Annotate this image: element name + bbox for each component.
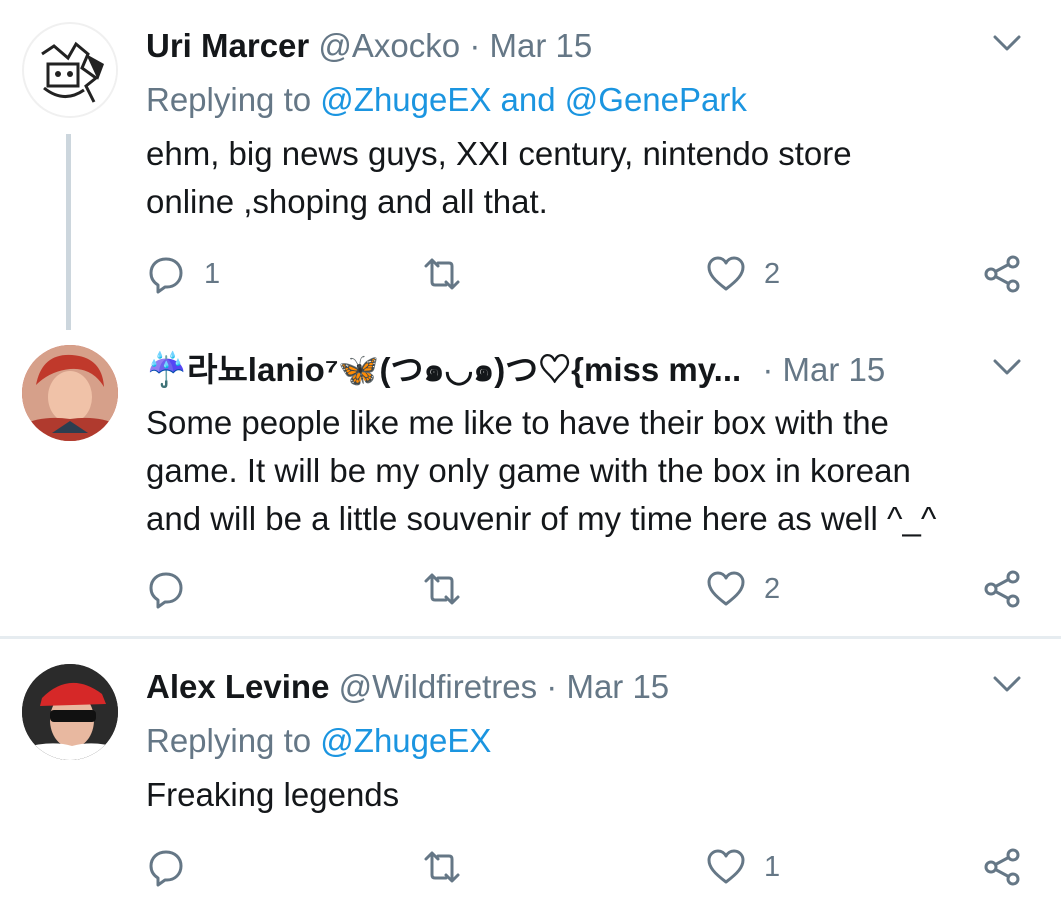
- tweet-header: Alex Levine @Wildfiretres · Mar 15: [146, 667, 669, 707]
- replying-and: and: [500, 81, 556, 118]
- share-icon: [984, 848, 1020, 886]
- replying-to: Replying to @ZhugeEX and @GenePark: [146, 80, 747, 120]
- user-photo-avatar-image: [22, 345, 118, 441]
- tweet-text: Freaking legends: [146, 771, 1026, 819]
- tweet-2[interactable]: ☔라뇨lanio⁷🦋(つ๑◡๑)つ♡{miss my... · Mar 15 S…: [0, 335, 1061, 635]
- tweet-date[interactable]: Mar 15: [566, 668, 669, 705]
- mention-link[interactable]: @GenePark: [565, 81, 747, 118]
- like-button[interactable]: 1: [706, 845, 780, 889]
- reply-icon: [149, 257, 183, 294]
- tweet-date[interactable]: Mar 15: [783, 351, 886, 388]
- like-count: 1: [764, 850, 781, 883]
- handle[interactable]: @Wildfiretres: [339, 668, 538, 705]
- tweet-header: Uri Marcer @Axocko · Mar 15: [146, 26, 592, 66]
- separator-dot: ·: [762, 351, 774, 388]
- tweet-actions: 1 2: [146, 252, 1046, 296]
- mention-link[interactable]: @ZhugeEX: [320, 81, 491, 118]
- tweet-text-line: game. It will be my only game with the b…: [146, 452, 911, 489]
- reply-button[interactable]: 1: [146, 252, 220, 296]
- share-icon: [984, 255, 1020, 293]
- mention-link[interactable]: @ZhugeEX: [320, 722, 491, 759]
- separator-dot: ·: [546, 668, 558, 705]
- share-button[interactable]: [982, 252, 1022, 296]
- replying-to: Replying to @ZhugeEX: [146, 721, 491, 761]
- tweet-text-line: online ,shoping and all that.: [146, 183, 548, 220]
- chevron-down-icon[interactable]: [990, 667, 1024, 701]
- reply-icon: [149, 572, 183, 609]
- handle[interactable]: @Axocko: [318, 27, 460, 64]
- retweet-icon: [424, 851, 460, 883]
- share-button[interactable]: [982, 567, 1022, 611]
- like-button[interactable]: 2: [706, 567, 780, 611]
- retweet-button[interactable]: [422, 252, 462, 296]
- reply-button[interactable]: [146, 845, 204, 889]
- thread-connector-line: [66, 134, 71, 330]
- chevron-down-icon[interactable]: [990, 26, 1024, 60]
- tweet-header: ☔라뇨lanio⁷🦋(つ๑◡๑)つ♡{miss my... · Mar 15: [146, 350, 885, 390]
- cartoon-avatar-image: [26, 26, 116, 116]
- like-button[interactable]: 2: [706, 252, 780, 296]
- share-icon: [984, 570, 1020, 608]
- tweet-3[interactable]: Alex Levine @Wildfiretres · Mar 15 Reply…: [0, 639, 1061, 908]
- display-name[interactable]: ☔라뇨lanio⁷🦋(つ๑◡๑)つ♡{miss my...: [146, 351, 741, 388]
- replying-to-label: Replying to: [146, 81, 312, 118]
- tweet-actions: 2: [146, 567, 1046, 611]
- heart-icon: [707, 256, 745, 291]
- tweet-text: Some people like me like to have their b…: [146, 399, 1026, 543]
- tweet-date[interactable]: Mar 15: [489, 27, 592, 64]
- user-photo-avatar-image: [22, 664, 118, 760]
- tweet-text-line: ehm, big news guys, XXI century, nintend…: [146, 135, 852, 172]
- tweet-text-line: Freaking legends: [146, 776, 400, 813]
- avatar[interactable]: [22, 345, 118, 441]
- tweet-text-line: and will be a little souvenir of my time…: [146, 500, 937, 537]
- heart-icon: [707, 571, 745, 606]
- like-count: 2: [764, 257, 781, 290]
- replying-to-label: Replying to: [146, 722, 312, 759]
- tweet-text: ehm, big news guys, XXI century, nintend…: [146, 130, 1026, 226]
- tweet-text-line: Some people like me like to have their b…: [146, 404, 889, 441]
- display-name[interactable]: Alex Levine: [146, 668, 329, 705]
- avatar[interactable]: [22, 664, 118, 760]
- avatar[interactable]: [22, 22, 118, 118]
- reply-icon: [149, 850, 183, 887]
- retweet-button[interactable]: [422, 567, 462, 611]
- reply-button[interactable]: [146, 567, 204, 611]
- separator-dot: ·: [469, 27, 481, 64]
- tweet-1[interactable]: Uri Marcer @Axocko · Mar 15 Replying to …: [0, 0, 1061, 335]
- reply-count: 1: [204, 257, 221, 290]
- heart-icon: [707, 849, 745, 884]
- retweet-button[interactable]: [422, 845, 462, 889]
- like-count: 2: [764, 572, 781, 605]
- share-button[interactable]: [982, 845, 1022, 889]
- display-name[interactable]: Uri Marcer: [146, 27, 309, 64]
- tweet-actions: 1: [146, 845, 1046, 889]
- chevron-down-icon[interactable]: [990, 350, 1024, 384]
- retweet-icon: [424, 258, 460, 290]
- retweet-icon: [424, 573, 460, 605]
